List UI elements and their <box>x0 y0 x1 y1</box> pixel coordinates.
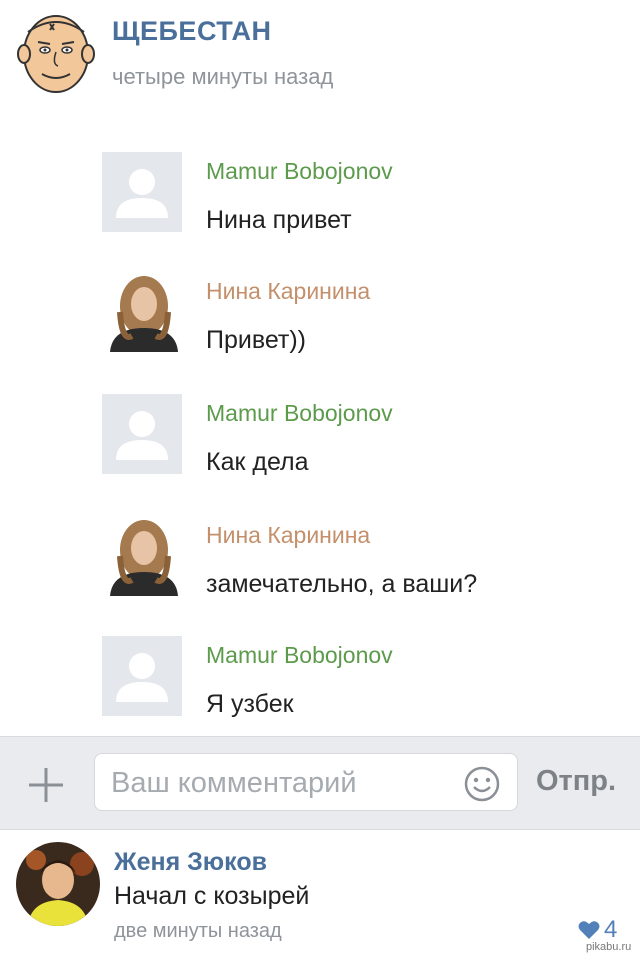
chat-sender-name: Mamur Bobojonov <box>206 158 393 184</box>
post-time: четыре минуты назад <box>112 64 334 89</box>
placeholder-user-icon <box>102 636 182 716</box>
placeholder-user-icon <box>102 152 182 232</box>
watermark: pikabu.ru <box>586 941 632 953</box>
chat-message: Нина Каринина Привет)) <box>100 260 620 360</box>
chat-message-text: замечательно, а ваши? <box>206 570 478 598</box>
photo-avatar <box>102 516 182 596</box>
cartoon-face-icon <box>17 15 95 93</box>
smile-icon[interactable] <box>464 766 500 802</box>
comment-time: две минуты назад <box>114 920 282 942</box>
chat-sender-name: Mamur Bobojonov <box>206 400 393 426</box>
author-avatar[interactable] <box>12 10 98 96</box>
placeholder-user-icon <box>102 394 182 474</box>
commenter-avatar[interactable] <box>16 842 100 926</box>
comment-input-bar: Ваш комментарий Отпр. <box>0 736 640 830</box>
plus-icon[interactable] <box>26 765 66 805</box>
chat-message: Mamur Bobojonov Нина привет <box>100 140 620 240</box>
post-author-name[interactable]: ЩЕБЕСТАН <box>112 16 272 47</box>
photo-avatar <box>102 272 182 352</box>
chat-message-text: Нина привет <box>206 206 352 234</box>
comment-text: Начал с козырей <box>114 882 310 910</box>
comment-input[interactable]: Ваш комментарий <box>94 753 518 811</box>
chat-message: Mamur Bobojonov Как дела <box>100 382 620 482</box>
comment-item: Женя Зюков Начал с козырей две минуты на… <box>0 832 640 960</box>
send-button[interactable]: Отпр. <box>536 765 616 798</box>
chat-sender-name: Mamur Bobojonov <box>206 642 393 668</box>
chat-message: Mamur Bobojonov Я узбек <box>100 624 620 724</box>
chat-message: Нина Каринина замечательно, а ваши? <box>100 504 620 604</box>
like-count: 4 <box>604 916 618 943</box>
chat-message-text: Привет)) <box>206 326 307 354</box>
post-header: ЩЕБЕСТАН четыре минуты назад <box>0 0 640 110</box>
chat-sender-name: Нина Каринина <box>206 278 371 304</box>
chat-message-text: Я узбек <box>206 690 294 718</box>
chat-message-text: Как дела <box>206 448 309 476</box>
heart-icon <box>578 921 600 939</box>
commenter-name[interactable]: Женя Зюков <box>114 848 267 877</box>
chat-sender-name: Нина Каринина <box>206 522 371 548</box>
